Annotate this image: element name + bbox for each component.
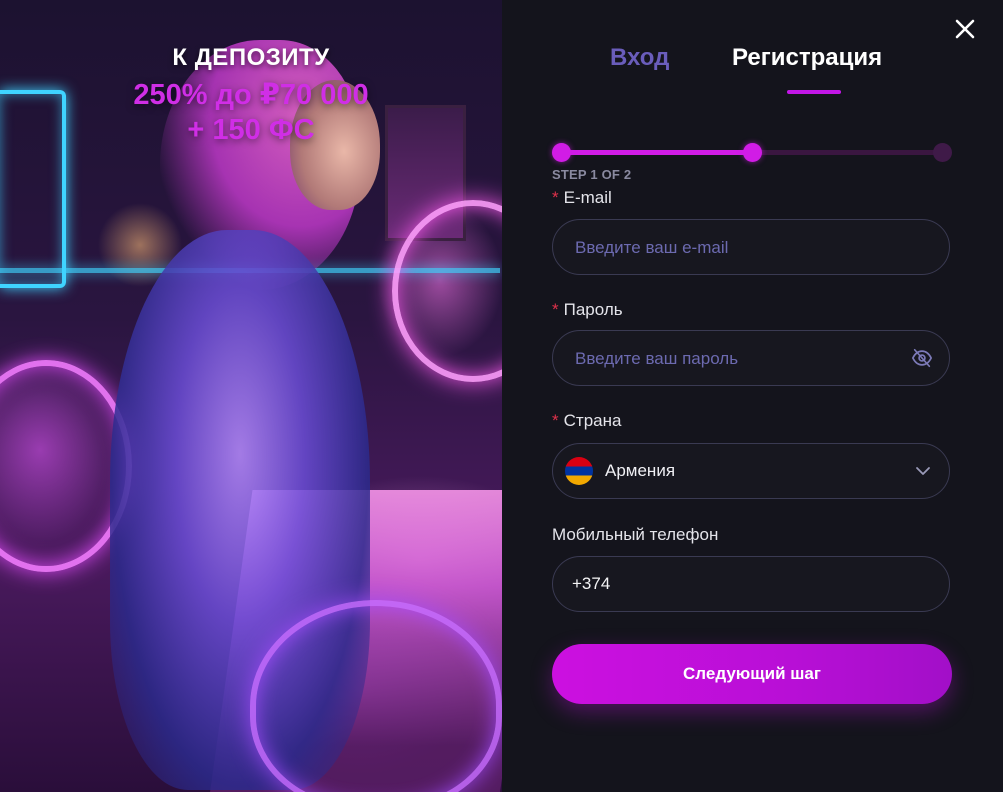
required-marker: * bbox=[552, 411, 559, 430]
password-input[interactable] bbox=[573, 331, 897, 386]
flag-armenia-icon bbox=[565, 457, 593, 485]
phone-field[interactable]: +374 bbox=[552, 556, 950, 612]
auth-tabs: Вход Регистрация bbox=[502, 44, 1003, 104]
tab-register[interactable]: Регистрация bbox=[732, 44, 882, 72]
phone-value: +374 bbox=[572, 574, 611, 593]
email-field bbox=[552, 219, 950, 275]
promo-text: К ДЕПОЗИТУ 250% до ₽70 000 + 150 ФС bbox=[0, 44, 502, 148]
phone-label: Мобильный телефон bbox=[552, 525, 718, 545]
required-marker: * bbox=[552, 300, 559, 319]
email-input[interactable] bbox=[573, 220, 897, 275]
step-progress bbox=[552, 142, 952, 164]
promo-offer-line-2: + 150 ФС bbox=[187, 114, 315, 146]
eye-off-icon[interactable] bbox=[911, 347, 933, 369]
country-label-text: Страна bbox=[563, 411, 622, 430]
step-dot-end bbox=[933, 143, 952, 162]
required-marker: * bbox=[552, 188, 559, 207]
email-label: * E-mail bbox=[552, 188, 612, 208]
active-tab-indicator bbox=[787, 90, 841, 94]
email-label-text: E-mail bbox=[563, 188, 612, 207]
promo-title: К ДЕПОЗИТУ bbox=[172, 44, 330, 71]
next-step-button[interactable]: Следующий шаг bbox=[552, 644, 952, 704]
phone-label-text: Мобильный телефон bbox=[552, 525, 719, 544]
chevron-down-icon bbox=[916, 467, 930, 475]
step-label: STEP 1 OF 2 bbox=[552, 167, 632, 182]
step-progress-fill bbox=[562, 150, 752, 155]
password-label-text: Пароль bbox=[563, 300, 623, 319]
step-dot-start bbox=[552, 143, 571, 162]
step-dot-current bbox=[742, 143, 762, 162]
country-value: Армения bbox=[605, 461, 676, 480]
password-field bbox=[552, 330, 950, 386]
tab-login[interactable]: Вход bbox=[610, 44, 669, 72]
close-icon[interactable] bbox=[952, 16, 978, 42]
promo-panel: К ДЕПОЗИТУ 250% до ₽70 000 + 150 ФС bbox=[0, 0, 502, 792]
country-label: * Страна bbox=[552, 411, 621, 431]
promo-offer-line-1: 250% до ₽70 000 bbox=[133, 79, 369, 111]
password-label: * Пароль bbox=[552, 300, 623, 320]
promo-offer: 250% до ₽70 000 + 150 ФС bbox=[0, 78, 502, 148]
registration-modal: К ДЕПОЗИТУ 250% до ₽70 000 + 150 ФС Вход… bbox=[0, 0, 1003, 792]
registration-form-panel: Вход Регистрация STEP 1 OF 2 *E-mail *Па… bbox=[502, 0, 1003, 792]
country-select[interactable]: Армения bbox=[552, 443, 950, 499]
